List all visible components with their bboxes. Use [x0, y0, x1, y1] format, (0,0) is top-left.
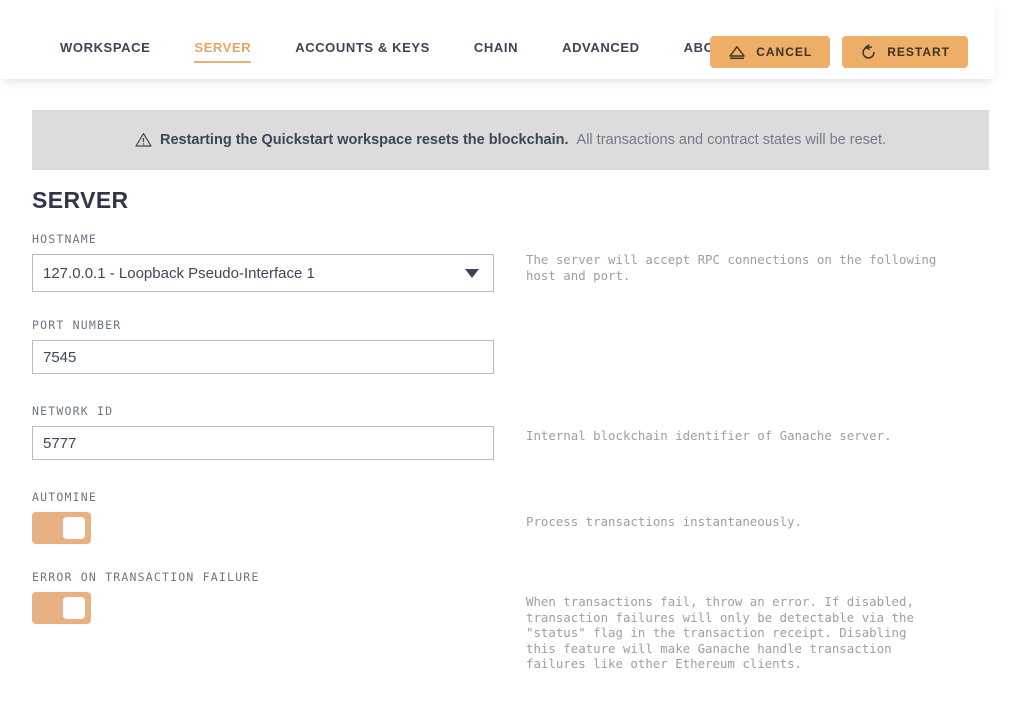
nav-item-workspace[interactable]: WORKSPACE — [60, 41, 150, 63]
field-hostname: HOSTNAME 127.0.0.1 - Loopback Pseudo-Int… — [32, 232, 494, 292]
nav-item-chain[interactable]: CHAIN — [474, 41, 518, 63]
automine-label: AUTOMINE — [32, 490, 97, 504]
main-navigation: WORKSPACE SERVER ACCOUNTS & KEYS CHAIN A… — [60, 41, 777, 63]
network-id-input[interactable]: 5777 — [32, 426, 494, 460]
automine-description: Process transactions instantaneously. — [526, 514, 803, 529]
hostname-label: HOSTNAME — [32, 232, 97, 246]
field-error-on-transaction-failure: ERROR ON TRANSACTION FAILURE — [32, 570, 259, 624]
network-id-value: 5777 — [43, 434, 77, 452]
cancel-button-label: CANCEL — [756, 45, 813, 59]
banner-rest-text: All transactions and contract states wil… — [576, 132, 887, 148]
automine-toggle[interactable] — [32, 512, 91, 544]
page-title: SERVER — [32, 187, 129, 213]
error-on-transaction-failure-toggle-knob — [63, 597, 85, 619]
eject-triangle-icon — [728, 45, 746, 60]
nav-item-advanced[interactable]: ADVANCED — [562, 41, 640, 63]
port-number-input[interactable]: 7545 — [32, 340, 494, 374]
banner-strong-text: Restarting the Quickstart workspace rese… — [159, 132, 569, 148]
cancel-button[interactable]: CANCEL — [710, 36, 831, 68]
restart-warning-banner: Restarting the Quickstart workspace rese… — [32, 110, 989, 170]
nav-item-accounts-and-keys[interactable]: ACCOUNTS & KEYS — [295, 41, 430, 63]
port-number-label: PORT NUMBER — [32, 318, 122, 332]
chevron-down-icon — [465, 268, 479, 278]
field-automine: AUTOMINE — [32, 490, 97, 544]
error-on-transaction-failure-toggle[interactable] — [32, 592, 91, 624]
warning-triangle-icon — [135, 132, 152, 148]
header-actions: CANCEL RESTART — [710, 36, 968, 68]
network-id-label: NETWORK ID — [32, 404, 114, 418]
network-id-description: Internal blockchain identifier of Ganach… — [526, 428, 892, 443]
app-header: WORKSPACE SERVER ACCOUNTS & KEYS CHAIN A… — [0, 0, 995, 79]
restart-button-label: RESTART — [887, 45, 950, 59]
port-number-value: 7545 — [43, 348, 77, 366]
hostname-description: The server will accept RPC connections o… — [526, 252, 937, 283]
hostname-select[interactable]: 127.0.0.1 - Loopback Pseudo-Interface 1 — [32, 254, 494, 292]
nav-item-server[interactable]: SERVER — [194, 41, 252, 63]
field-port-number: PORT NUMBER 7545 — [32, 318, 494, 374]
hostname-select-value: 127.0.0.1 - Loopback Pseudo-Interface 1 — [43, 264, 315, 282]
field-network-id: NETWORK ID 5777 — [32, 404, 494, 460]
error-on-transaction-failure-label: ERROR ON TRANSACTION FAILURE — [32, 570, 260, 584]
error-on-transaction-failure-description: When transactions fail, throw an error. … — [526, 594, 914, 672]
automine-toggle-knob — [63, 517, 85, 539]
restart-circular-arrow-icon — [860, 43, 877, 61]
restart-button[interactable]: RESTART — [842, 36, 968, 68]
